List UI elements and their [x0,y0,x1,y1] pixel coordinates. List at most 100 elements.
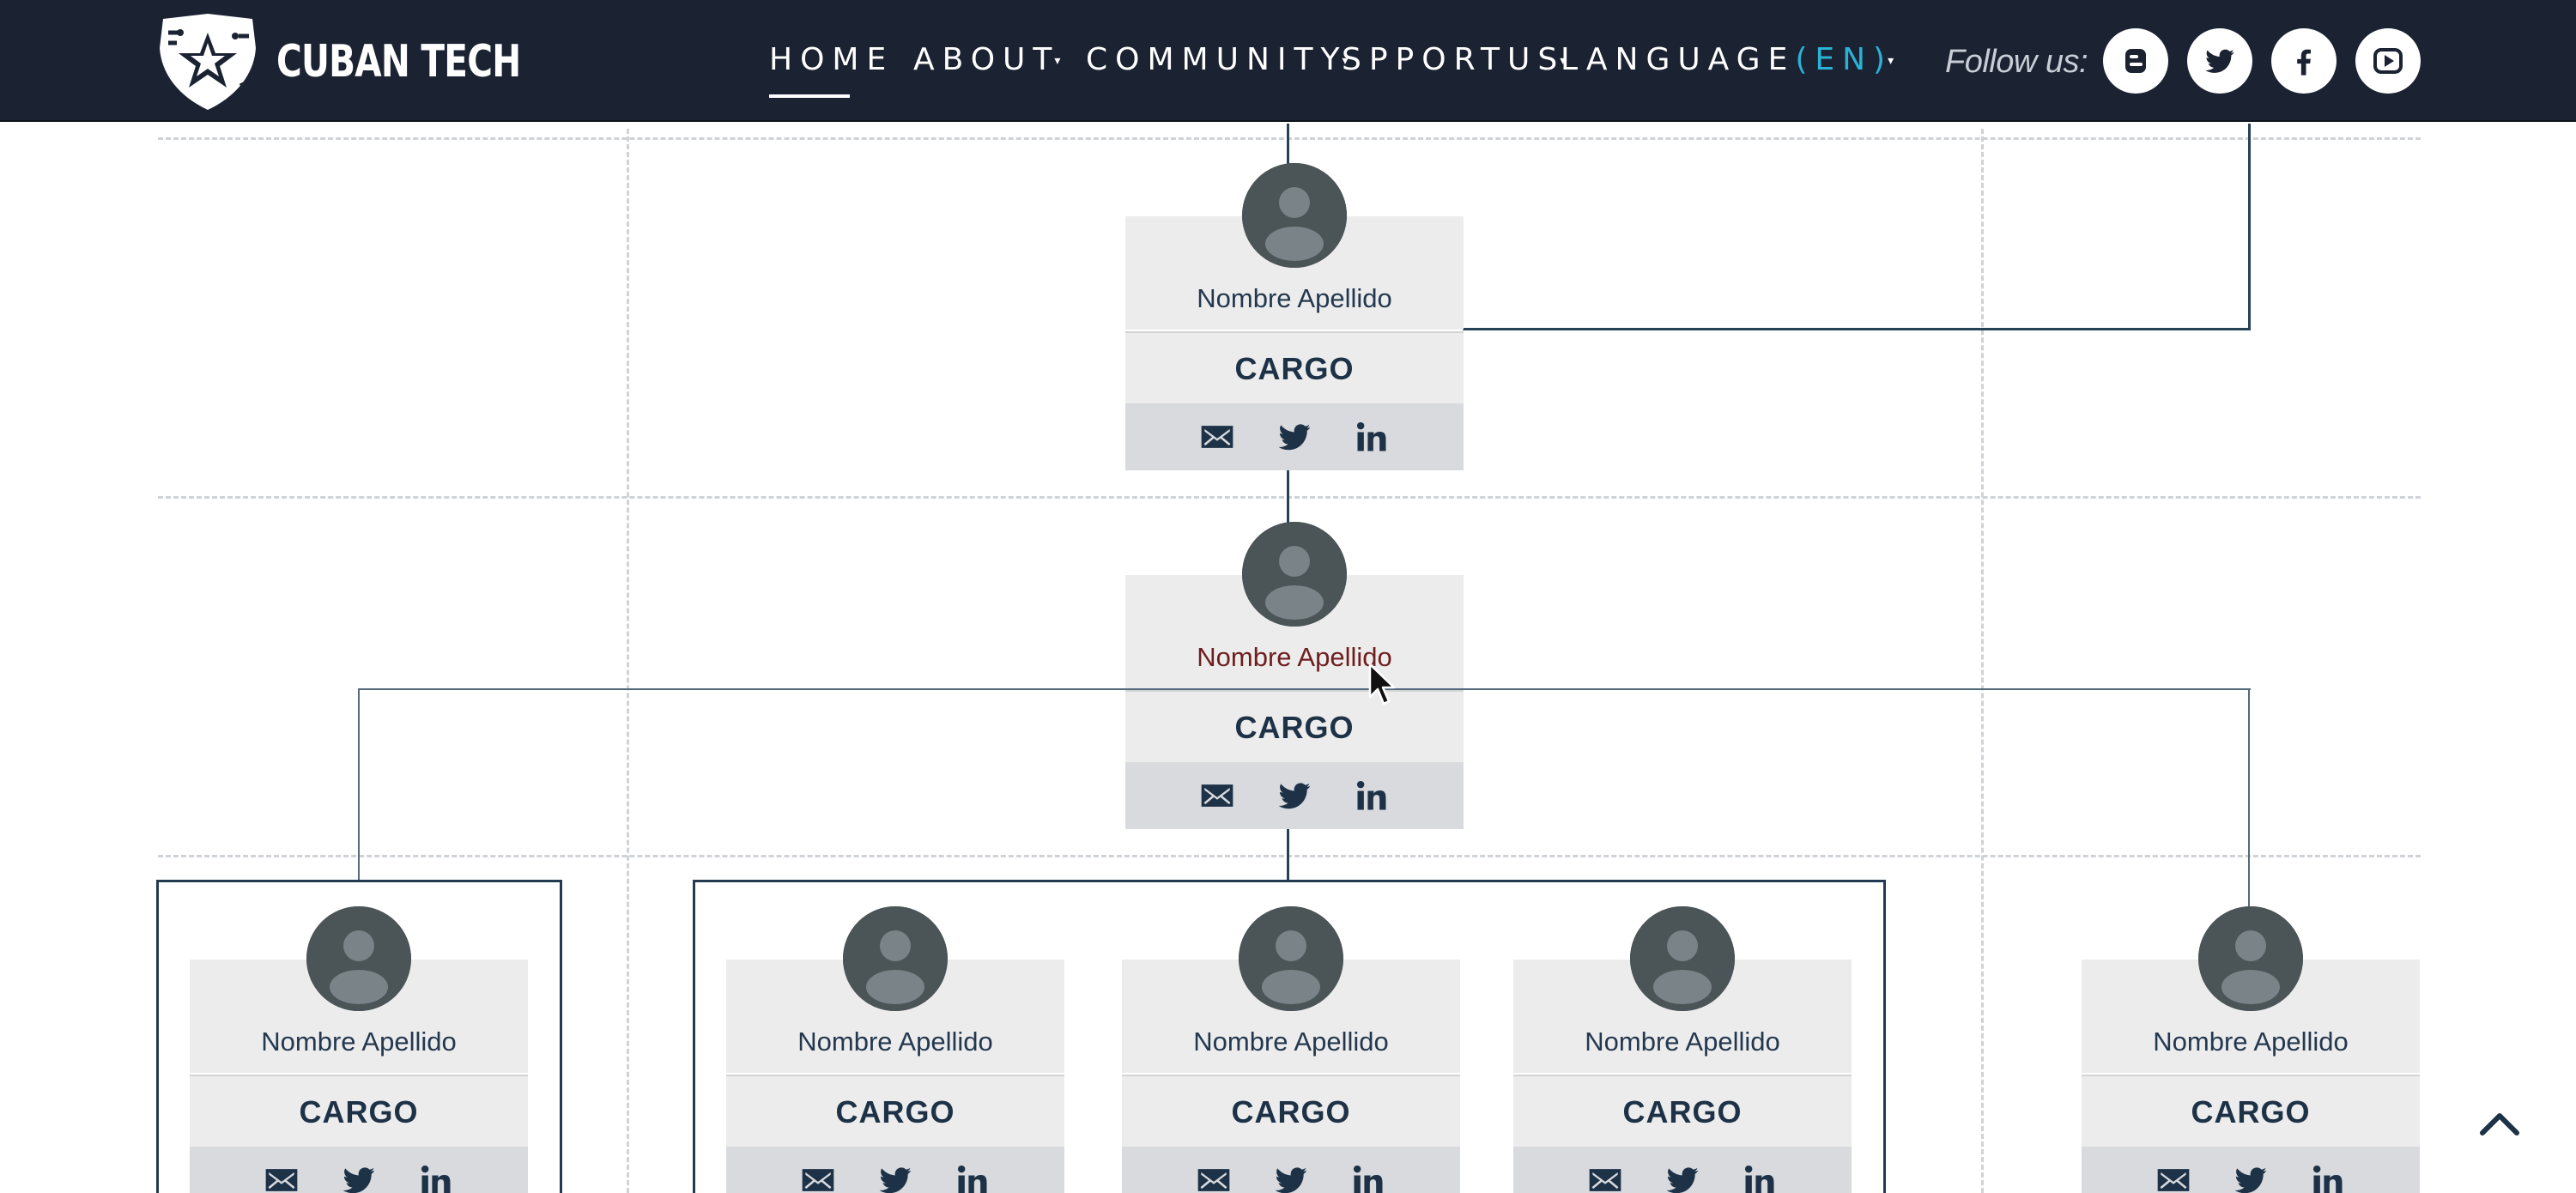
nav-community[interactable]: COMMUNITY▾ [1086,41,1349,80]
linkedin-link[interactable] [2308,1160,2348,1193]
envelope-icon [1201,426,1233,448]
twitter-link[interactable] [1663,1160,1702,1193]
member-role: CARGO [726,1075,1064,1147]
nav-spportus[interactable]: SPPORTUS▾ [1342,41,1566,80]
nav-spportus-label: SPPORTUS [1342,42,1566,77]
email-link[interactable] [798,1160,838,1193]
scroll-to-top-button[interactable] [2477,1105,2522,1140]
member-contact-links [1125,403,1464,470]
email-link[interactable] [2154,1160,2193,1193]
blogger-icon [2125,49,2146,73]
linkedin-icon [421,1165,451,1193]
envelope-icon [1201,784,1233,807]
twitter-link[interactable] [339,1160,379,1193]
linkedin-link[interactable] [1740,1160,1779,1193]
grid-line [158,496,2421,499]
user-icon [1239,906,1343,1011]
connector-line [1287,124,1289,165]
linkedin-link[interactable] [1352,776,1391,815]
youtube-button[interactable] [2355,28,2421,94]
logo[interactable]: CUBAN TECH [155,14,590,110]
twitter-link[interactable] [1275,776,1314,815]
user-icon [1242,522,1347,627]
linkedin-icon [1356,421,1386,451]
logo-emblem-icon [160,14,256,110]
member-contact-links [1513,1147,1852,1193]
avatar [1239,906,1343,1011]
connector-line [1287,829,1289,881]
email-link[interactable] [1585,1160,1625,1193]
blogger-button[interactable] [2103,28,2168,94]
member-contact-links [2082,1147,2420,1193]
twitter-link[interactable] [1271,1160,1311,1193]
avatar [1242,522,1347,627]
twitter-icon [879,1167,912,1193]
member-role: CARGO [1125,690,1464,762]
linkedin-icon [2312,1165,2343,1193]
grid-line [158,137,2421,140]
member-name: Nombre Apellido [261,1026,457,1057]
member-name: Nombre Apellido [1193,1026,1389,1057]
nav-community-label: COMMUNITY [1086,42,1348,77]
member-role: CARGO [1125,331,1464,403]
member-contact-links [726,1147,1064,1193]
connector-line [2248,688,2250,906]
twitter-button[interactable] [2187,28,2252,94]
email-link[interactable] [262,1160,301,1193]
twitter-link[interactable] [1275,417,1314,457]
member-name: Nombre Apellido [1197,283,1392,313]
linkedin-icon [1353,1165,1383,1193]
linkedin-link[interactable] [416,1160,456,1193]
logo-text: CUBAN TECH [276,36,521,88]
youtube-icon [2373,48,2403,74]
nav-about[interactable]: ABOUT▾ [913,41,1060,80]
twitter-icon [1278,424,1311,451]
member-role: CARGO [1122,1075,1460,1147]
user-icon [1630,906,1735,1011]
nav-about-label: ABOUT [913,42,1060,77]
linkedin-link[interactable] [953,1160,992,1193]
member-contact-links [1125,762,1464,829]
member-contact-links [1122,1147,1460,1193]
twitter-icon [1666,1167,1699,1193]
nav-home[interactable]: HOME [769,41,894,79]
facebook-icon [2297,49,2311,76]
email-link[interactable] [1194,1160,1233,1193]
linkedin-link[interactable] [1349,1160,1388,1193]
linkedin-link[interactable] [1352,417,1391,457]
twitter-icon [1275,1167,1307,1193]
chevron-down-icon: ▾ [1054,54,1061,68]
site-header: CUBAN TECH HOME ABOUT▾ COMMUNITY▾ SPPORT… [0,0,2576,122]
nav-language[interactable]: LANGUAGE(EN)▾ [1561,41,1894,80]
twitter-link[interactable] [2231,1160,2270,1193]
member-contact-links [190,1147,528,1193]
linkedin-icon [1356,780,1386,810]
user-icon [1242,163,1347,268]
linkedin-icon [957,1165,987,1193]
nav-language-label: LANGUAGE [1561,42,1796,77]
member-role: CARGO [2082,1075,2420,1147]
email-link[interactable] [1197,417,1237,457]
envelope-icon [802,1169,834,1191]
member-role: CARGO [1513,1075,1852,1147]
grid-line [627,129,629,1193]
user-icon [306,906,411,1011]
twitter-icon [2205,49,2234,73]
avatar [1630,906,1735,1011]
twitter-link[interactable] [876,1160,915,1193]
email-link[interactable] [1197,776,1237,815]
envelope-icon [2157,1169,2190,1191]
member-name: Nombre Apellido [1585,1026,1780,1057]
envelope-icon [265,1169,298,1191]
twitter-icon [1278,783,1311,809]
grid-line [158,855,2421,857]
envelope-icon [1197,1169,1230,1191]
linkedin-icon [1744,1165,1774,1193]
twitter-icon [342,1167,375,1193]
connector-line [1463,328,2251,330]
member-name: Nombre Apellido [1197,642,1392,672]
avatar [306,906,411,1011]
follow-us-label: Follow us: [1945,44,2088,80]
connector-line [2248,124,2251,330]
facebook-button[interactable] [2271,28,2337,94]
